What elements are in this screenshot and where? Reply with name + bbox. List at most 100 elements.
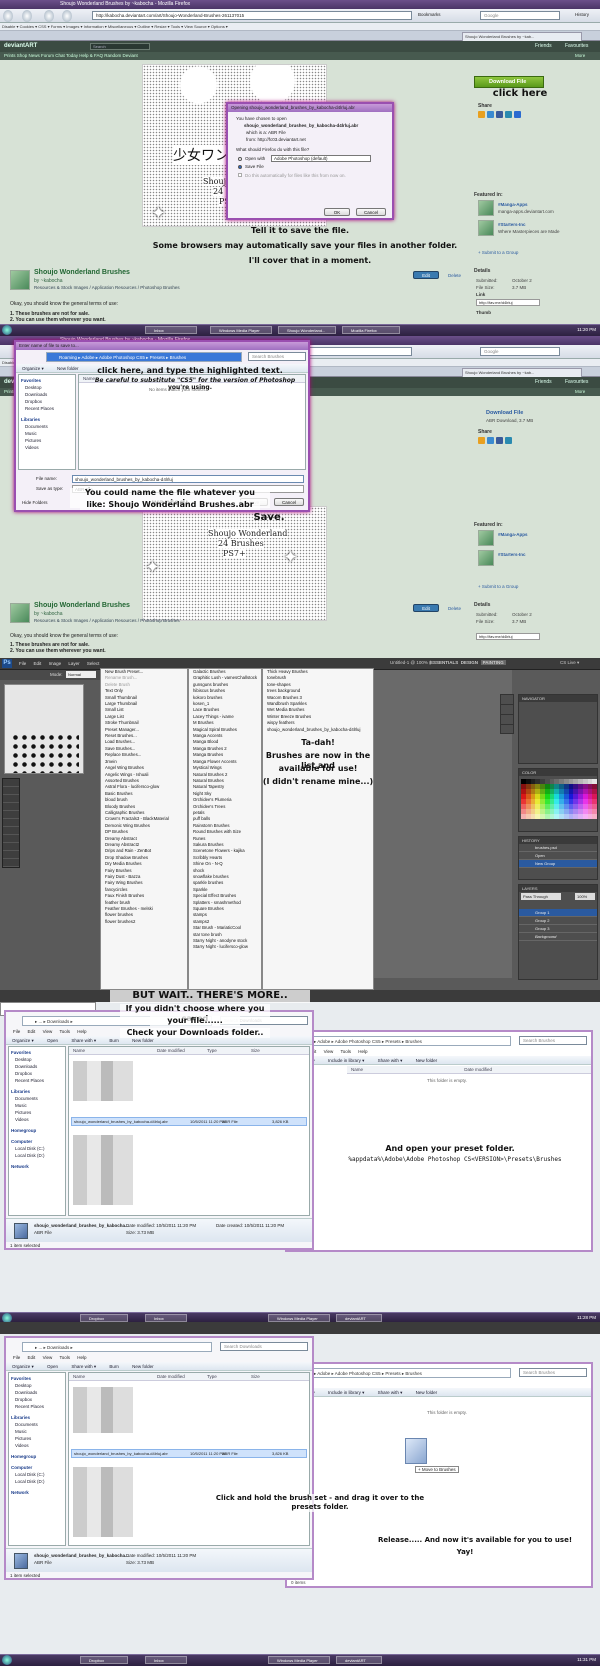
nav-item[interactable]: Local Disk (C:): [9, 1145, 65, 1152]
col-size[interactable]: Size: [251, 1373, 260, 1381]
favourites-link[interactable]: Favourites: [565, 41, 588, 52]
ps-canvas-area[interactable]: [374, 670, 512, 978]
nav-item[interactable]: Documents: [9, 1095, 65, 1102]
edit-button[interactable]: Edit: [413, 271, 439, 279]
friends-link[interactable]: Friends: [535, 377, 552, 388]
deviantart-logo[interactable]: deviantART: [4, 43, 37, 49]
nav-item[interactable]: Downloads: [9, 1389, 65, 1396]
delete-link[interactable]: Delete: [448, 273, 461, 278]
nav-item[interactable]: Downloads: [9, 1063, 65, 1070]
layer-row[interactable]: Group 3: [519, 925, 597, 933]
auto-checkbox[interactable]: [238, 173, 242, 177]
group-avatar[interactable]: [478, 200, 494, 216]
col-size[interactable]: Size: [251, 1047, 260, 1055]
nav-item[interactable]: Computer: [9, 1464, 65, 1471]
cmd-button[interactable]: Share with ▾: [71, 1364, 96, 1369]
history-item[interactable]: New Group: [519, 860, 597, 868]
author-link[interactable]: by ~kabocha: [34, 278, 63, 284]
browser-tab[interactable]: Shoujo Wonderland Brushes by ~kab...: [462, 368, 582, 377]
col-date[interactable]: Date modified: [464, 1067, 492, 1072]
download-file-link[interactable]: Download File: [486, 410, 523, 416]
more-link[interactable]: More: [575, 388, 585, 396]
twitter-icon[interactable]: [487, 111, 494, 118]
menu-item[interactable]: Tools: [341, 1049, 352, 1054]
taskbar-item[interactable]: Dropbox: [80, 1314, 128, 1322]
layer-row[interactable]: Group 1: [519, 909, 597, 917]
cs-live-button[interactable]: CS Live ▾: [560, 660, 579, 666]
da-search-input[interactable]: Search: [90, 43, 150, 50]
workspace-essentials[interactable]: ESSENTIALS: [430, 660, 458, 665]
col-date[interactable]: Date modified: [157, 1373, 185, 1381]
nav-item[interactable]: Libraries: [9, 1414, 65, 1421]
nav-item[interactable]: Pictures: [9, 1109, 65, 1116]
cmd-button[interactable]: Open: [47, 1364, 58, 1369]
cmd-button[interactable]: New folder: [132, 1364, 154, 1369]
ps-dock-icons[interactable]: [500, 694, 514, 734]
nav-item[interactable]: Pictures: [9, 1435, 65, 1442]
group-avatar[interactable]: [478, 220, 494, 236]
cmd-button[interactable]: New folder: [416, 1390, 438, 1395]
twitter-icon[interactable]: [487, 437, 494, 444]
opacity-field[interactable]: 100%: [575, 893, 595, 900]
submit-group-link[interactable]: + Submit to a Group: [478, 584, 518, 589]
cmd-button[interactable]: Share with ▾: [378, 1390, 403, 1395]
nav-item[interactable]: Videos: [9, 1442, 65, 1449]
cmd-button[interactable]: Open: [47, 1038, 58, 1043]
nav-item[interactable]: Favorites: [19, 377, 75, 384]
ps-toolbox[interactable]: [2, 778, 20, 868]
friends-link[interactable]: Friends: [535, 41, 552, 52]
nav-item[interactable]: Network: [9, 1489, 65, 1496]
brush-menu-item[interactable]: Starry Night - lucifersco-glow: [189, 944, 261, 950]
downloads-path[interactable]: ▸ ... ▸ Downloads ▸: [22, 1342, 212, 1352]
da-nav-links[interactable]: Prints Shop News Forum Chat Today Help &…: [4, 53, 138, 58]
address-bar[interactable]: http://kabocha.deviantart.com/art/Shoujo…: [92, 11, 412, 20]
ps-menu-item[interactable]: File: [19, 661, 26, 666]
dragged-file-icon[interactable]: [405, 1438, 427, 1464]
group-link[interactable]: #Starters-Inc: [498, 552, 526, 557]
cmd-button[interactable]: Share with ▾: [378, 1058, 403, 1063]
nav-item[interactable]: Libraries: [9, 1088, 65, 1095]
cmd-button[interactable]: Include in library ▾: [328, 1390, 364, 1395]
nav-item[interactable]: Recent Places: [9, 1403, 65, 1410]
panel-title[interactable]: HISTORY: [519, 837, 597, 844]
col-date[interactable]: Date modified: [157, 1047, 185, 1055]
forward-button[interactable]: [22, 10, 32, 22]
new-folder-button[interactable]: New folder: [57, 366, 79, 371]
nav-item[interactable]: Libraries: [19, 416, 75, 423]
panel-title[interactable]: LAYERS: [519, 885, 597, 892]
menu-item[interactable]: Tools: [60, 1355, 71, 1360]
nav-item[interactable]: Downloads: [19, 391, 75, 398]
start-button[interactable]: [2, 1313, 12, 1322]
facebook-icon[interactable]: [496, 437, 503, 444]
mode-select[interactable]: Normal: [66, 671, 96, 678]
hide-folders-toggle[interactable]: Hide Folders: [22, 500, 48, 505]
cmd-button[interactable]: Include in library ▾: [328, 1058, 364, 1063]
taskbar-item[interactable]: Dropbox: [80, 1656, 128, 1664]
cmd-button[interactable]: Burn: [109, 1038, 119, 1043]
group-link[interactable]: #Manga-Apps: [498, 532, 528, 537]
ok-button[interactable]: OK: [324, 208, 350, 216]
brush-menu-item[interactable]: flower brushes2: [101, 919, 187, 925]
edit-button[interactable]: Edit: [413, 604, 439, 612]
brush-menu-item[interactable]: Graphitic Lush - vamesChallstock: [189, 675, 261, 681]
browser-search-input[interactable]: Google: [480, 347, 560, 356]
taskbar-item[interactable]: Mozilla Firefox: [342, 326, 400, 334]
cmd-button[interactable]: New folder: [132, 1038, 154, 1043]
presets-search[interactable]: Search Brushes: [519, 1368, 587, 1377]
history-item[interactable]: brushes.psd: [519, 844, 597, 852]
workspace-design[interactable]: DESIGN: [461, 660, 478, 665]
menu-item[interactable]: Tools: [60, 1029, 71, 1034]
group-link[interactable]: #Manga-Apps: [498, 202, 528, 207]
nav-item[interactable]: Dropbox: [9, 1396, 65, 1403]
link-field[interactable]: http://fav.me/d4lrluj: [476, 299, 540, 306]
category-breadcrumb[interactable]: Resources & Stock Images / Application R…: [34, 285, 180, 290]
group-avatar[interactable]: [478, 550, 494, 566]
bookmarks-button[interactable]: Bookmarks: [418, 12, 441, 17]
col-name[interactable]: Name: [73, 1047, 85, 1055]
nav-item[interactable]: Local Disk (C:): [9, 1471, 65, 1478]
author-avatar[interactable]: [10, 603, 30, 623]
menu-item[interactable]: View: [43, 1029, 53, 1034]
menu-item[interactable]: File: [13, 1355, 20, 1360]
ps-menu-item[interactable]: Select: [87, 661, 100, 666]
email-icon[interactable]: [514, 111, 521, 118]
